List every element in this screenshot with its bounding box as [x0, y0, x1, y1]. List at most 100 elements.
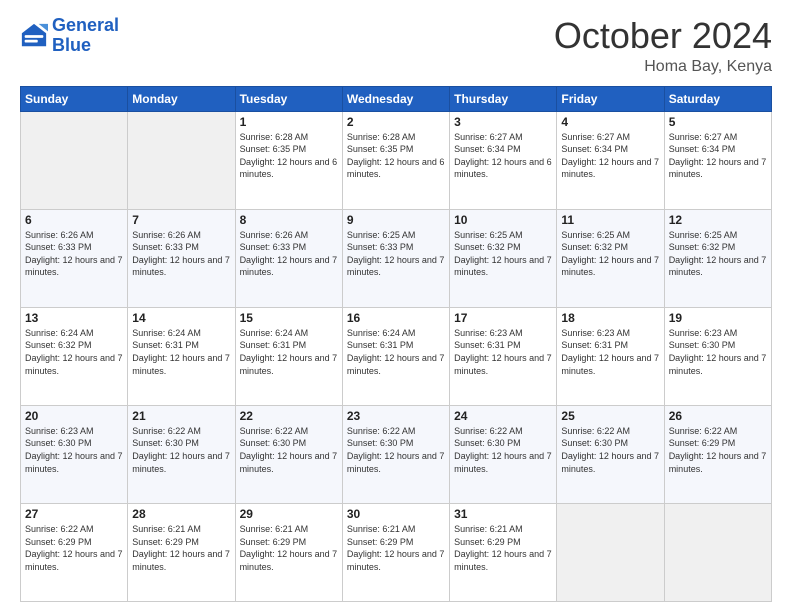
day-number: 7: [132, 213, 230, 227]
day-number: 12: [669, 213, 767, 227]
calendar-cell: 31Sunrise: 6:21 AM Sunset: 6:29 PM Dayli…: [450, 503, 557, 601]
day-info: Sunrise: 6:24 AM Sunset: 6:32 PM Dayligh…: [25, 327, 123, 377]
calendar-cell: 24Sunrise: 6:22 AM Sunset: 6:30 PM Dayli…: [450, 405, 557, 503]
day-number: 21: [132, 409, 230, 423]
day-number: 25: [561, 409, 659, 423]
day-number: 11: [561, 213, 659, 227]
day-number: 3: [454, 115, 552, 129]
calendar-cell: 3 Sunrise: 6:27 AM Sunset: 6:34 PM Daylig…: [450, 111, 557, 209]
day-number: 9: [347, 213, 445, 227]
calendar-cell: [128, 111, 235, 209]
calendar-cell: 1 Sunrise: 6:28 AM Sunset: 6:35 PM Daylig…: [235, 111, 342, 209]
logo-line2: Blue: [52, 36, 119, 56]
day-number: 20: [25, 409, 123, 423]
calendar-cell: [21, 111, 128, 209]
calendar-cell: 22 Sunrise: 6:22 AM Sunset: 6:30 PM Dayli…: [235, 405, 342, 503]
day-info: Sunrise: 6:26 AM Sunset: 6:33 PM Dayligh…: [25, 229, 123, 279]
calendar-cell: 29 Sunrise: 6:21 AM Sunset: 6:29 PM Dayli…: [235, 503, 342, 601]
calendar-day-header: Saturday: [664, 86, 771, 111]
logo-icon: [20, 22, 48, 50]
day-number: 18: [561, 311, 659, 325]
calendar-cell: 13 Sunrise: 6:24 AM Sunset: 6:32 PM Dayli…: [21, 307, 128, 405]
day-info: Sunrise: 6:25 AM Sunset: 6:32 PM Dayligh…: [561, 229, 659, 279]
calendar-cell: 25 Sunrise: 6:22 AM Sunset: 6:30 PM Dayli…: [557, 405, 664, 503]
day-info: Sunrise: 6:25 AM Sunset: 6:32 PM Dayligh…: [454, 229, 552, 279]
day-info: Sunrise: 6:23 AM Sunset: 6:31 PM Dayligh…: [561, 327, 659, 377]
month-title: October 2024: [554, 16, 772, 56]
calendar-cell: 10 Sunrise: 6:25 AM Sunset: 6:32 PM Dayli…: [450, 209, 557, 307]
day-info: Sunrise: 6:21 AM Sunset: 6:29 PM Dayligh…: [347, 523, 445, 573]
calendar-cell: 16Sunrise: 6:24 AM Sunset: 6:31 PM Dayli…: [342, 307, 449, 405]
calendar-cell: 30 Sunrise: 6:21 AM Sunset: 6:29 PM Dayli…: [342, 503, 449, 601]
day-info: Sunrise: 6:25 AM Sunset: 6:32 PM Dayligh…: [669, 229, 767, 279]
calendar-cell: 5 Sunrise: 6:27 AM Sunset: 6:34 PM Daylig…: [664, 111, 771, 209]
calendar-day-header: Monday: [128, 86, 235, 111]
calendar-cell: 27 Sunrise: 6:22 AM Sunset: 6:29 PM Dayli…: [21, 503, 128, 601]
calendar-cell: [557, 503, 664, 601]
day-number: 28: [132, 507, 230, 521]
logo-text: General Blue: [52, 16, 119, 56]
calendar-day-header: Tuesday: [235, 86, 342, 111]
calendar-week-row: 13 Sunrise: 6:24 AM Sunset: 6:32 PM Dayli…: [21, 307, 772, 405]
day-number: 30: [347, 507, 445, 521]
day-number: 10: [454, 213, 552, 227]
day-number: 22: [240, 409, 338, 423]
day-info: Sunrise: 6:22 AM Sunset: 6:30 PM Dayligh…: [132, 425, 230, 475]
day-info: Sunrise: 6:23 AM Sunset: 6:30 PM Dayligh…: [669, 327, 767, 377]
day-info: Sunrise: 6:22 AM Sunset: 6:30 PM Dayligh…: [561, 425, 659, 475]
day-number: 19: [669, 311, 767, 325]
calendar-week-row: 1 Sunrise: 6:28 AM Sunset: 6:35 PM Daylig…: [21, 111, 772, 209]
day-info: Sunrise: 6:26 AM Sunset: 6:33 PM Dayligh…: [240, 229, 338, 279]
day-info: Sunrise: 6:23 AM Sunset: 6:31 PM Dayligh…: [454, 327, 552, 377]
day-info: Sunrise: 6:27 AM Sunset: 6:34 PM Dayligh…: [454, 131, 552, 181]
day-info: Sunrise: 6:21 AM Sunset: 6:29 PM Dayligh…: [454, 523, 552, 573]
calendar-week-row: 20 Sunrise: 6:23 AM Sunset: 6:30 PM Dayli…: [21, 405, 772, 503]
day-number: 26: [669, 409, 767, 423]
day-number: 8: [240, 213, 338, 227]
calendar-cell: 9 Sunrise: 6:25 AM Sunset: 6:33 PM Daylig…: [342, 209, 449, 307]
day-info: Sunrise: 6:28 AM Sunset: 6:35 PM Dayligh…: [240, 131, 338, 181]
location: Homa Bay, Kenya: [554, 58, 772, 76]
day-info: Sunrise: 6:22 AM Sunset: 6:29 PM Dayligh…: [25, 523, 123, 573]
day-number: 16: [347, 311, 445, 325]
day-number: 27: [25, 507, 123, 521]
day-number: 23: [347, 409, 445, 423]
calendar-week-row: 6 Sunrise: 6:26 AM Sunset: 6:33 PM Daylig…: [21, 209, 772, 307]
calendar-day-header: Wednesday: [342, 86, 449, 111]
logo: General Blue: [20, 16, 119, 56]
logo-line1: General: [52, 15, 119, 35]
calendar-cell: 15 Sunrise: 6:24 AM Sunset: 6:31 PM Dayli…: [235, 307, 342, 405]
day-number: 29: [240, 507, 338, 521]
day-info: Sunrise: 6:24 AM Sunset: 6:31 PM Dayligh…: [240, 327, 338, 377]
day-info: Sunrise: 6:24 AM Sunset: 6:31 PM Dayligh…: [132, 327, 230, 377]
day-number: 5: [669, 115, 767, 129]
day-number: 24: [454, 409, 552, 423]
calendar-day-header: Sunday: [21, 86, 128, 111]
day-info: Sunrise: 6:21 AM Sunset: 6:29 PM Dayligh…: [240, 523, 338, 573]
day-info: Sunrise: 6:22 AM Sunset: 6:30 PM Dayligh…: [240, 425, 338, 475]
day-number: 1: [240, 115, 338, 129]
day-info: Sunrise: 6:25 AM Sunset: 6:33 PM Dayligh…: [347, 229, 445, 279]
day-number: 17: [454, 311, 552, 325]
day-info: Sunrise: 6:27 AM Sunset: 6:34 PM Dayligh…: [669, 131, 767, 181]
calendar-cell: 26 Sunrise: 6:22 AM Sunset: 6:29 PM Dayli…: [664, 405, 771, 503]
calendar-cell: 21 Sunrise: 6:22 AM Sunset: 6:30 PM Dayli…: [128, 405, 235, 503]
calendar-cell: 11 Sunrise: 6:25 AM Sunset: 6:32 PM Dayli…: [557, 209, 664, 307]
calendar-week-row: 27 Sunrise: 6:22 AM Sunset: 6:29 PM Dayli…: [21, 503, 772, 601]
calendar-cell: [664, 503, 771, 601]
day-info: Sunrise: 6:22 AM Sunset: 6:29 PM Dayligh…: [669, 425, 767, 475]
calendar-cell: 12 Sunrise: 6:25 AM Sunset: 6:32 PM Dayli…: [664, 209, 771, 307]
day-info: Sunrise: 6:23 AM Sunset: 6:30 PM Dayligh…: [25, 425, 123, 475]
day-number: 2: [347, 115, 445, 129]
day-info: Sunrise: 6:27 AM Sunset: 6:34 PM Dayligh…: [561, 131, 659, 181]
page: General Blue October 2024 Homa Bay, Keny…: [0, 0, 792, 612]
calendar-cell: 6 Sunrise: 6:26 AM Sunset: 6:33 PM Daylig…: [21, 209, 128, 307]
day-number: 13: [25, 311, 123, 325]
day-number: 6: [25, 213, 123, 227]
calendar-day-header: Thursday: [450, 86, 557, 111]
day-number: 15: [240, 311, 338, 325]
calendar-cell: 14Sunrise: 6:24 AM Sunset: 6:31 PM Dayli…: [128, 307, 235, 405]
calendar-cell: 28Sunrise: 6:21 AM Sunset: 6:29 PM Dayli…: [128, 503, 235, 601]
calendar-cell: 18 Sunrise: 6:23 AM Sunset: 6:31 PM Dayli…: [557, 307, 664, 405]
calendar-cell: 20 Sunrise: 6:23 AM Sunset: 6:30 PM Dayli…: [21, 405, 128, 503]
